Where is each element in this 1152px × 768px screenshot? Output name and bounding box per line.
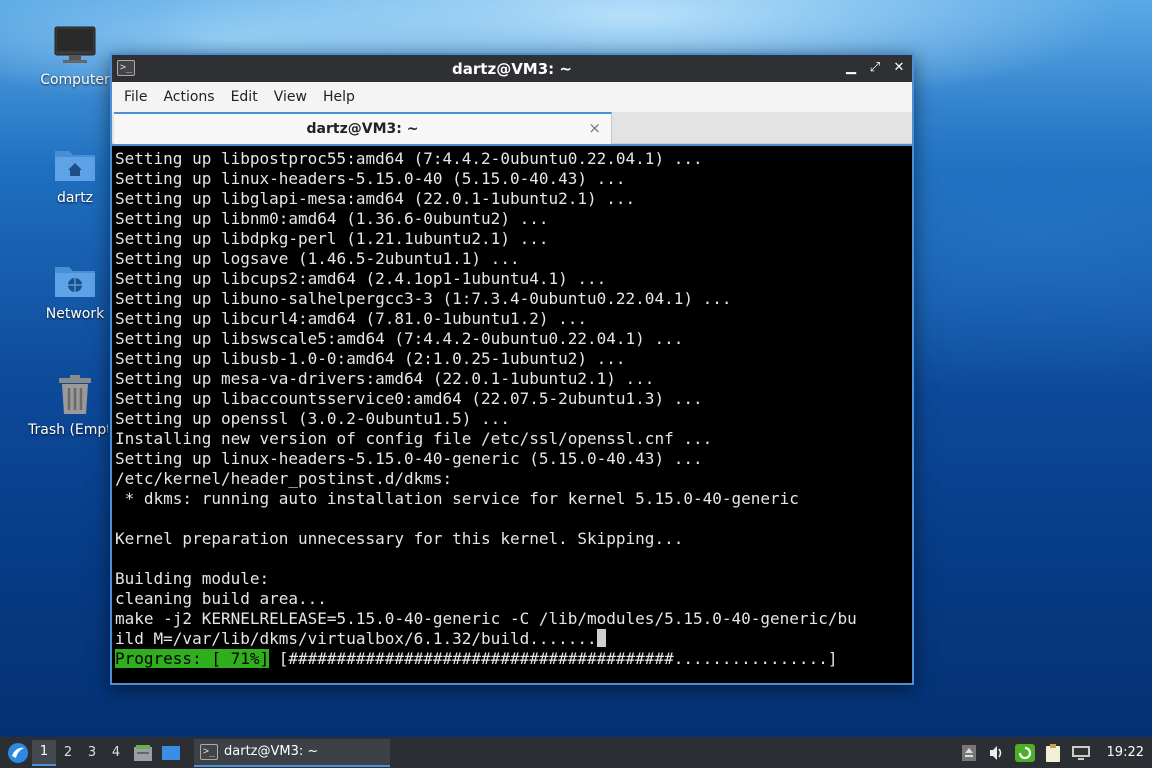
desktop-icon-label: dartz	[56, 190, 94, 206]
task-label: dartz@VM3: ~	[224, 744, 319, 759]
tab-bar: dartz@VM3: ~ ×	[112, 112, 912, 144]
progress-label: Progress: [ 71%]	[115, 649, 270, 668]
terminal-line: Setting up linux-headers-5.15.0-40-gener…	[115, 449, 703, 468]
update-notifier-icon[interactable]	[1013, 741, 1037, 765]
terminal-line: Setting up openssl (3.0.2-0ubuntu1.5) ..…	[115, 409, 510, 428]
workspace-3[interactable]: 3	[80, 740, 104, 766]
menu-actions[interactable]: Actions	[155, 89, 222, 105]
clipboard-icon[interactable]	[1041, 741, 1065, 765]
menu-help[interactable]: Help	[315, 89, 363, 105]
terminal-line: Setting up libcurl4:amd64 (7.81.0-1ubunt…	[115, 309, 588, 328]
network-status-icon[interactable]	[1069, 741, 1093, 765]
workspace-1[interactable]: 1	[32, 739, 56, 766]
terminal-icon: >_	[200, 743, 218, 760]
taskbar-task-terminal[interactable]: >_ dartz@VM3: ~	[194, 738, 390, 767]
terminal-icon: >_	[117, 60, 135, 76]
desktop-icon-label: Trash (Empty)	[28, 422, 108, 438]
terminal-line: * dkms: running auto installation servic…	[115, 489, 799, 508]
workspace-2[interactable]: 2	[56, 740, 80, 766]
trash-icon	[52, 372, 98, 418]
window-titlebar[interactable]: >_ dartz@VM3: ~ ▁ ⤢ ✕	[112, 55, 912, 82]
terminal-line: Setting up libnm0:amd64 (1.36.6-0ubuntu2…	[115, 209, 549, 228]
terminal-line: ild M=/var/lib/dkms/virtualbox/6.1.32/bu…	[115, 629, 912, 649]
menu-view[interactable]: View	[266, 89, 315, 105]
tab-terminal[interactable]: dartz@VM3: ~ ×	[114, 112, 612, 144]
terminal-line: Setting up libcups2:amd64 (2.4.1op1-1ubu…	[115, 269, 607, 288]
close-button[interactable]: ✕	[892, 59, 906, 77]
terminal-line: Setting up libusb-1.0-0:amd64 (2:1.0.25-…	[115, 349, 626, 368]
terminal-line: Setting up mesa-va-drivers:amd64 (22.0.1…	[115, 369, 655, 388]
clock[interactable]: 19:22	[1107, 745, 1144, 760]
menu-edit[interactable]: Edit	[223, 89, 266, 105]
start-menu-button[interactable]	[4, 739, 32, 767]
file-manager-launcher[interactable]	[130, 740, 156, 766]
file-manager-icon	[134, 744, 152, 761]
computer-icon	[52, 22, 98, 68]
terminal-line: Setting up libpostproc55:amd64 (7:4.4.2-…	[115, 149, 703, 168]
terminal-line: Setting up libswscale5:amd64 (7:4.4.2-0u…	[115, 329, 684, 348]
terminal-line: Setting up libaccountsservice0:amd64 (22…	[115, 389, 703, 408]
text-cursor	[596, 629, 606, 647]
terminal-line: Setting up linux-headers-5.15.0-40 (5.15…	[115, 169, 626, 188]
lubuntu-logo-icon	[8, 742, 28, 763]
desktop-icon-label: Network	[45, 306, 105, 322]
terminal-line: Setting up logsave (1.46.5-2ubuntu1.1) .…	[115, 249, 520, 268]
terminal-window: >_ dartz@VM3: ~ ▁ ⤢ ✕ File Actions Edit …	[110, 53, 914, 685]
tab-close-icon[interactable]: ×	[588, 119, 601, 137]
terminal-line: Setting up libglapi-mesa:amd64 (22.0.1-1…	[115, 189, 636, 208]
terminal-line: /etc/kernel/header_postinst.d/dkms:	[115, 469, 453, 488]
terminal-output[interactable]: Setting up libpostproc55:amd64 (7:4.4.2-…	[112, 144, 912, 683]
taskbar: 1 2 3 4 >_ dartz@VM3: ~ 19:22	[0, 737, 1152, 768]
home-folder-icon	[52, 140, 98, 186]
volume-icon[interactable]	[985, 741, 1009, 765]
terminal-line: Kernel preparation unnecessary for this …	[115, 529, 684, 548]
terminal-line: Setting up libuno-salhelpergcc3-3 (1:7.3…	[115, 289, 732, 308]
minimize-button[interactable]: ▁	[844, 59, 858, 77]
tab-label: dartz@VM3: ~	[306, 121, 419, 137]
workspace-4[interactable]: 4	[104, 740, 128, 766]
terminal-line-text: ild M=/var/lib/dkms/virtualbox/6.1.32/bu…	[115, 629, 597, 648]
maximize-button[interactable]: ⤢	[868, 59, 882, 77]
terminal-line: make -j2 KERNELRELEASE=5.15.0-40-generic…	[115, 609, 857, 628]
terminal-line: Setting up libdpkg-perl (1.21.1ubuntu2.1…	[115, 229, 549, 248]
desktop-icon-label: Computer	[40, 72, 110, 88]
menu-file[interactable]: File	[116, 89, 155, 105]
show-desktop-icon	[162, 745, 180, 760]
eject-icon[interactable]	[957, 741, 981, 765]
window-title: dartz@VM3: ~	[452, 59, 572, 78]
progress-bar: [#######################################…	[269, 649, 838, 668]
progress-line: Progress: [ 71%] [######################…	[115, 649, 912, 669]
terminal-line: cleaning build area...	[115, 589, 327, 608]
network-folder-icon	[52, 256, 98, 302]
terminal-line: Building module:	[115, 569, 270, 588]
show-desktop-button[interactable]	[158, 740, 184, 766]
terminal-line: Installing new version of config file /e…	[115, 429, 713, 448]
menubar: File Actions Edit View Help	[112, 82, 912, 112]
